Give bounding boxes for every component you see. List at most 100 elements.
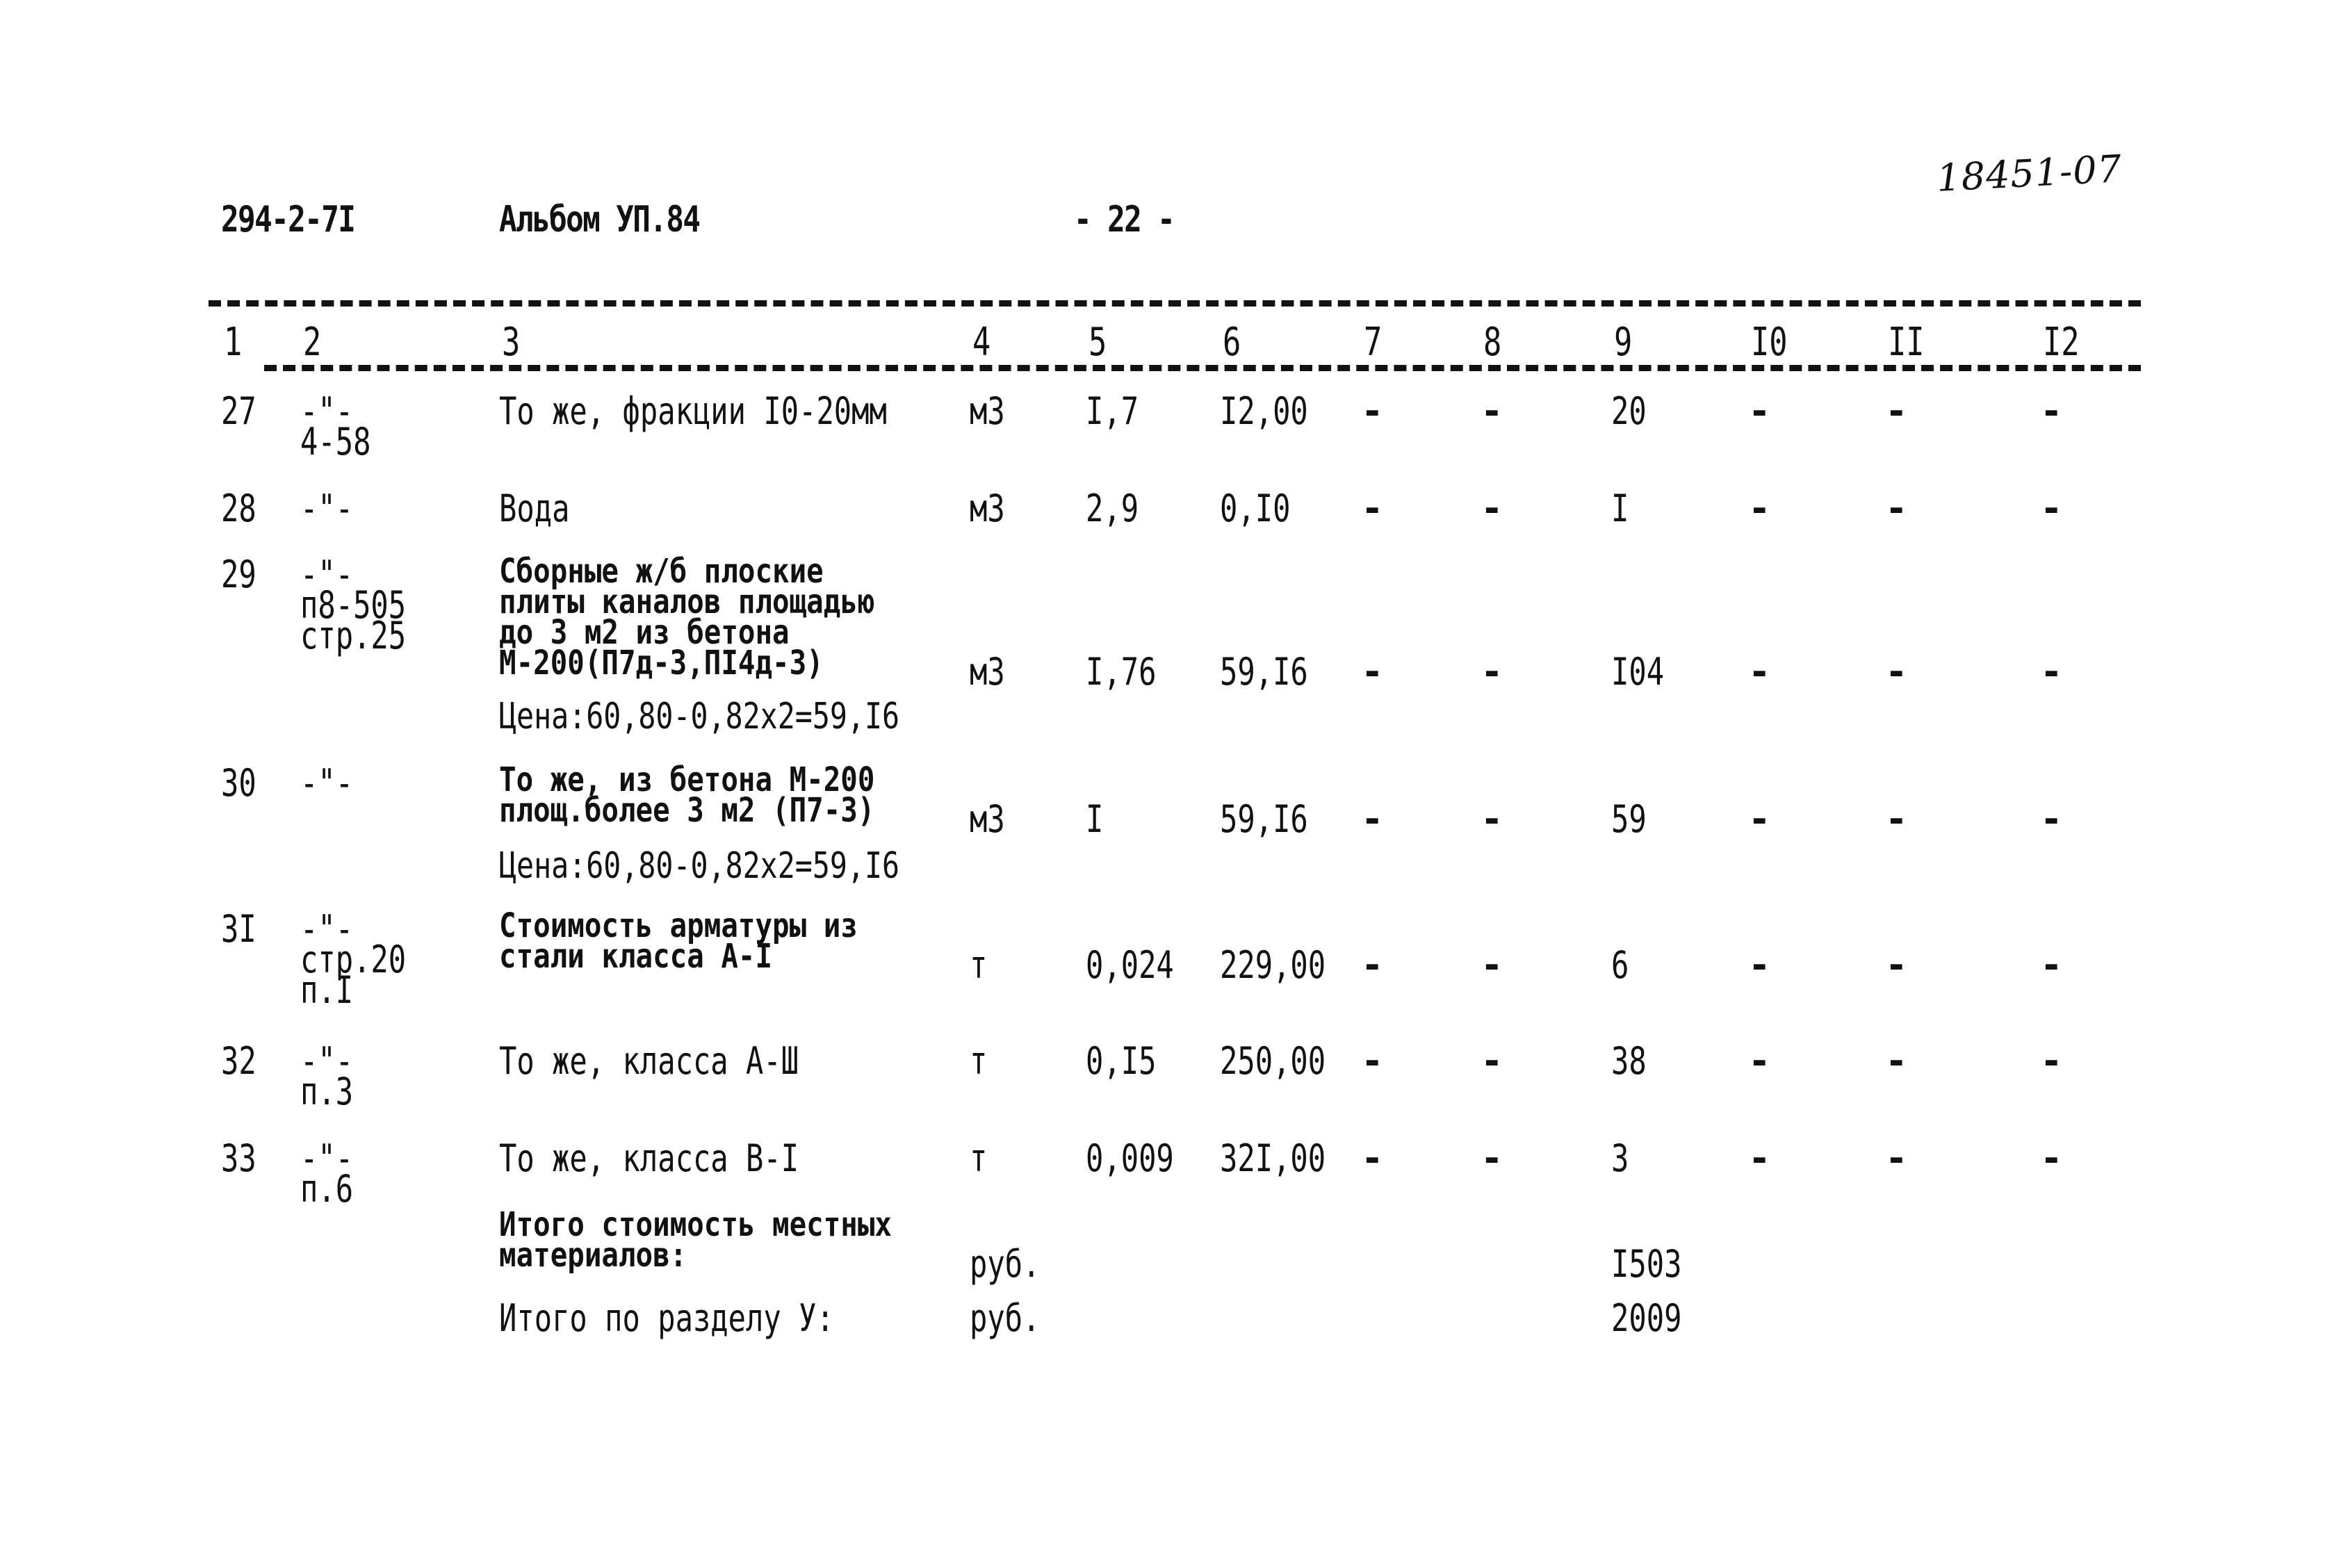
row-reference: стр.25 <box>300 614 407 658</box>
column-number-7: 7 <box>1364 320 1383 365</box>
row-reference: -"- <box>300 761 354 805</box>
column-number-8: 8 <box>1483 320 1502 365</box>
row-quantity: 2,9 <box>1086 487 1139 530</box>
row-total-cost: 59 <box>1611 797 1647 841</box>
row-description: То же, класса А-Ш <box>499 1039 799 1083</box>
row-quantity: 0,009 <box>1086 1136 1174 1180</box>
row-description: М-200(П7д-3,ПI4д-3) <box>499 644 824 683</box>
row-unit-price: 0,I0 <box>1220 487 1291 530</box>
row-unit-price: 59,I6 <box>1220 650 1308 694</box>
row-number: 30 <box>221 761 256 805</box>
column-number-12: I2 <box>2043 320 2080 365</box>
column-number-5: 5 <box>1089 320 1107 365</box>
row-col12: - <box>2040 797 2063 841</box>
column-number-11: II <box>1888 320 1925 365</box>
table-top-rule <box>209 300 2141 307</box>
row-col11: - <box>1885 1039 1908 1083</box>
row-unit-price: 229,00 <box>1220 943 1326 987</box>
row-col10: - <box>1748 943 1771 987</box>
row-col10: - <box>1748 650 1771 694</box>
total-unit: руб. <box>970 1242 1041 1286</box>
row-total-cost: 38 <box>1611 1039 1647 1083</box>
row-col8: - <box>1481 487 1503 530</box>
row-unit-price: 32I,00 <box>1220 1136 1326 1180</box>
row-col11: - <box>1885 487 1908 530</box>
row-total-cost: 3 <box>1611 1136 1629 1180</box>
row-col11: - <box>1885 389 1908 433</box>
row-reference: п.I <box>300 968 354 1012</box>
row-description: стали класса А-I <box>499 937 773 976</box>
row-col8: - <box>1481 943 1503 987</box>
row-quantity: I <box>1086 797 1104 841</box>
total-value: 2009 <box>1611 1296 1682 1340</box>
column-number-4: 4 <box>972 320 991 365</box>
row-quantity: I,76 <box>1086 650 1157 694</box>
row-col10: - <box>1748 1039 1771 1083</box>
row-col8: - <box>1481 1039 1503 1083</box>
row-col10: - <box>1748 1136 1771 1180</box>
row-col7: - <box>1361 797 1384 841</box>
row-col11: - <box>1885 650 1908 694</box>
row-col12: - <box>2040 389 2063 433</box>
row-col12: - <box>2040 1039 2063 1083</box>
row-col7: - <box>1361 1136 1384 1180</box>
row-unit: т <box>970 1039 988 1083</box>
row-reference: 4-58 <box>300 420 371 464</box>
row-col12: - <box>2040 487 2063 530</box>
row-description: Вода <box>499 487 570 530</box>
row-quantity: 0,024 <box>1086 943 1174 987</box>
total-value: I503 <box>1611 1242 1682 1286</box>
row-col10: - <box>1748 389 1771 433</box>
row-unit: м3 <box>970 797 1005 841</box>
document-code: 294-2-7I <box>221 199 356 240</box>
row-total-cost: I04 <box>1611 650 1665 694</box>
handwritten-inventory-number: 18451-07 <box>1935 147 2123 200</box>
row-total-cost: 20 <box>1611 389 1647 433</box>
row-col10: - <box>1748 487 1771 530</box>
row-col7: - <box>1361 1039 1384 1083</box>
total-unit: руб. <box>970 1296 1041 1340</box>
row-unit: м3 <box>970 389 1005 433</box>
row-quantity: I,7 <box>1086 389 1139 433</box>
row-col7: - <box>1361 389 1384 433</box>
row-col10: - <box>1748 797 1771 841</box>
column-number-2: 2 <box>303 320 322 365</box>
row-unit-price: I2,00 <box>1220 389 1308 433</box>
row-number: 33 <box>221 1136 256 1180</box>
row-col12: - <box>2040 650 2063 694</box>
row-col7: - <box>1361 943 1384 987</box>
row-unit: т <box>970 943 988 987</box>
row-col11: - <box>1885 943 1908 987</box>
total-label: Итого по разделу У: <box>499 1296 834 1340</box>
row-total-cost: 6 <box>1611 943 1629 987</box>
row-number: 29 <box>221 553 256 596</box>
row-col12: - <box>2040 943 2063 987</box>
row-col8: - <box>1481 1136 1503 1180</box>
row-unit: т <box>970 1136 988 1180</box>
row-col8: - <box>1481 650 1503 694</box>
column-number-6: 6 <box>1223 320 1241 365</box>
row-quantity: 0,I5 <box>1086 1039 1157 1083</box>
row-description: площ.более 3 м2 (П7-3) <box>499 791 875 830</box>
column-number-9: 9 <box>1614 320 1633 365</box>
row-col7: - <box>1361 650 1384 694</box>
row-unit: м3 <box>970 650 1005 694</box>
column-number-10: I0 <box>1751 320 1788 365</box>
row-col12: - <box>2040 1136 2063 1180</box>
page-number: - 22 - <box>1074 199 1175 240</box>
row-unit-price: 250,00 <box>1220 1039 1326 1083</box>
table-header-bottom-rule <box>264 365 2141 371</box>
row-col8: - <box>1481 389 1503 433</box>
row-col11: - <box>1885 797 1908 841</box>
row-col11: - <box>1885 1136 1908 1180</box>
row-number: 3I <box>221 907 256 951</box>
row-price-note: Цена:60,80-0,82х2=59,I6 <box>499 845 900 887</box>
row-price-note: Цена:60,80-0,82х2=59,I6 <box>499 696 900 737</box>
total-label: материалов: <box>499 1236 687 1275</box>
row-number: 32 <box>221 1039 256 1083</box>
row-description: То же, фракции I0-20мм <box>499 389 887 433</box>
row-number: 27 <box>221 389 256 433</box>
row-total-cost: I <box>1611 487 1629 530</box>
row-reference: п.6 <box>300 1167 354 1211</box>
row-number: 28 <box>221 487 256 530</box>
